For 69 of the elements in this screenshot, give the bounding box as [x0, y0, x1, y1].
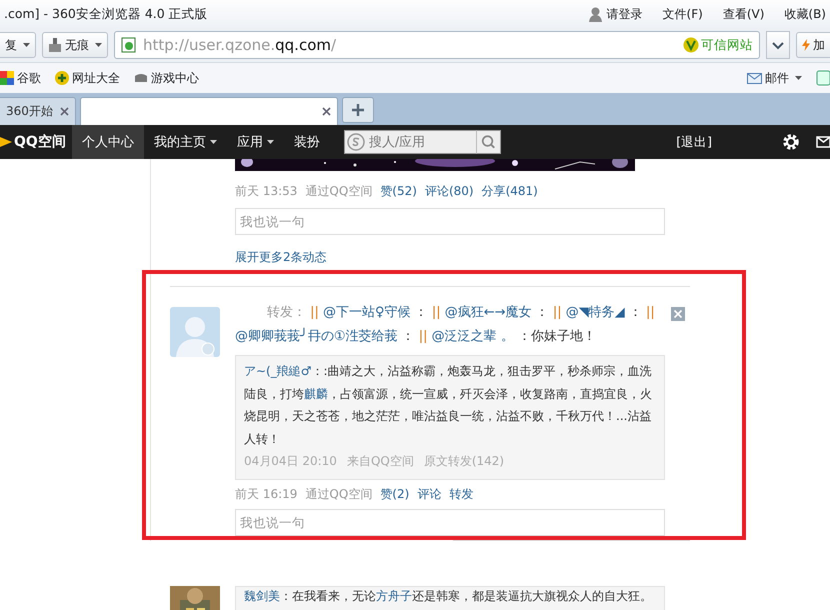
user-link[interactable]: @卿卿莪莪╯冄の①泩茭给莪 — [235, 329, 398, 344]
bolt-icon — [802, 39, 810, 51]
nav-item[interactable]: 应用 — [226, 125, 284, 159]
post-source: 通过QQ空间 — [305, 183, 372, 200]
caret-icon — [795, 76, 802, 80]
comment-field[interactable]: 我也说一句 — [235, 208, 665, 235]
mail-button[interactable]: 邮件 — [747, 70, 802, 86]
bookmark-link[interactable]: 网址大全 — [55, 70, 120, 86]
user-link[interactable]: @下一站♀守候 — [323, 305, 411, 320]
caret-icon — [23, 43, 30, 47]
close-icon[interactable] — [322, 107, 331, 116]
author-link[interactable]: ア~(_羪縋♂ — [244, 364, 312, 378]
add-button[interactable]: 加 — [796, 32, 830, 58]
menu-item[interactable]: 收藏(B) — [784, 6, 826, 22]
new-tab-button[interactable] — [342, 97, 374, 123]
action-link[interactable]: 赞(52) — [380, 183, 417, 200]
browser-tab[interactable]: 360开始 — [0, 97, 76, 125]
trusted-site-badge[interactable]: 可信网站 — [683, 36, 753, 54]
post-time: 前天 13:53 — [235, 183, 298, 200]
quoted-text: ア~(_羪縋♂：:曲靖之大，沾益称霸，炮轰马龙，狙击罗平，秒杀师宗，血洗陆良，打垮麒麟，占领富源，统一宣威，歼灭会泽，收复路南，直捣宜良，火烧昆明，天之苍苍，地之茫茫，唯沾益良一统，沾益不败，千秋万代！...沾益人转！ — [244, 363, 653, 448]
toolbox-icon[interactable] — [816, 70, 830, 86]
author-link[interactable]: 魏剑美 — [244, 588, 280, 602]
window-title: .com] - 360安全浏览器 4.0 正式版 — [4, 6, 208, 22]
close-icon[interactable] — [60, 107, 69, 116]
nav-item[interactable]: 个人中心 — [72, 125, 144, 159]
settings-icon[interactable] — [782, 133, 800, 151]
mail-icon[interactable] — [816, 136, 830, 148]
action-link[interactable]: 转发 — [449, 486, 474, 502]
page-icon — [121, 37, 137, 53]
squares-icon — [0, 71, 14, 85]
nav-item[interactable]: 装扮 — [284, 125, 330, 159]
caret-icon — [95, 43, 102, 47]
qzone-logo[interactable]: QQ空间 — [0, 133, 72, 151]
close-icon[interactable] — [671, 307, 685, 321]
search-icon[interactable] — [476, 130, 501, 154]
user-link[interactable]: @◥特务◢ — [566, 305, 625, 320]
restore-button[interactable]: 复 — [0, 32, 36, 58]
comment-field[interactable]: 我也说一句 — [235, 508, 665, 536]
user-link[interactable]: 麒麟 — [304, 386, 328, 400]
menu-item[interactable]: 查看(V) — [722, 6, 764, 22]
user-icon — [588, 6, 602, 22]
menu-item[interactable]: 文件(F) — [662, 6, 703, 22]
bookmark-link[interactable]: 游戏中心 — [134, 70, 199, 86]
user-link[interactable]: 方舟子 — [376, 588, 412, 602]
action-link[interactable]: 评论(80) — [424, 183, 474, 200]
nav-item[interactable]: 我的主页 — [144, 125, 227, 159]
search-field[interactable]: 搜人/应用 — [344, 130, 476, 154]
post-time: 04月04日 20:10 — [244, 453, 337, 470]
post-time: 前天 16:19 — [235, 486, 298, 502]
action-link[interactable]: 分享(481) — [482, 183, 538, 200]
address-field[interactable]: http://user.qzone.qq.com/ 可信网站 — [114, 31, 760, 59]
post-source: 通过QQ空间 — [305, 486, 372, 502]
action-link[interactable]: 赞(2) — [380, 486, 410, 502]
user-link[interactable]: @泛泛之辈 。 — [432, 329, 514, 344]
user-link[interactable]: @疯狂←→魔女 — [444, 305, 532, 320]
post-source: 来自QQ空间 — [346, 453, 414, 470]
expand-link[interactable]: 展开更多2条动态 — [235, 249, 327, 266]
browser-tab[interactable] — [80, 97, 338, 125]
login-button[interactable]: 请登录 — [588, 6, 643, 22]
bookmark-link[interactable]: 谷歌 — [0, 70, 41, 86]
plus-icon — [55, 71, 69, 85]
incognito-button[interactable]: 无痕 — [42, 32, 108, 58]
dropdown-icon[interactable] — [766, 31, 790, 59]
envelope-icon — [747, 72, 762, 84]
action-link[interactable]: 评论 — [417, 486, 442, 502]
repost-text: 转发： || @下一站♀守候 ： || @疯狂←→魔女 ： || @◥特务◢ ： || @卿卿莪莪╯冄の①泩茭给莪 ： || @泛泛之辈 。 ：你妹子地！ — [235, 304, 656, 346]
quoted-text: 魏剑美：在我看来，无论方舟子还是韩寒，都是装逼抗大旗视众人的自大狂。 — [244, 588, 653, 604]
swirl-icon — [346, 133, 365, 151]
logout-link[interactable]: [退出] — [676, 134, 712, 150]
